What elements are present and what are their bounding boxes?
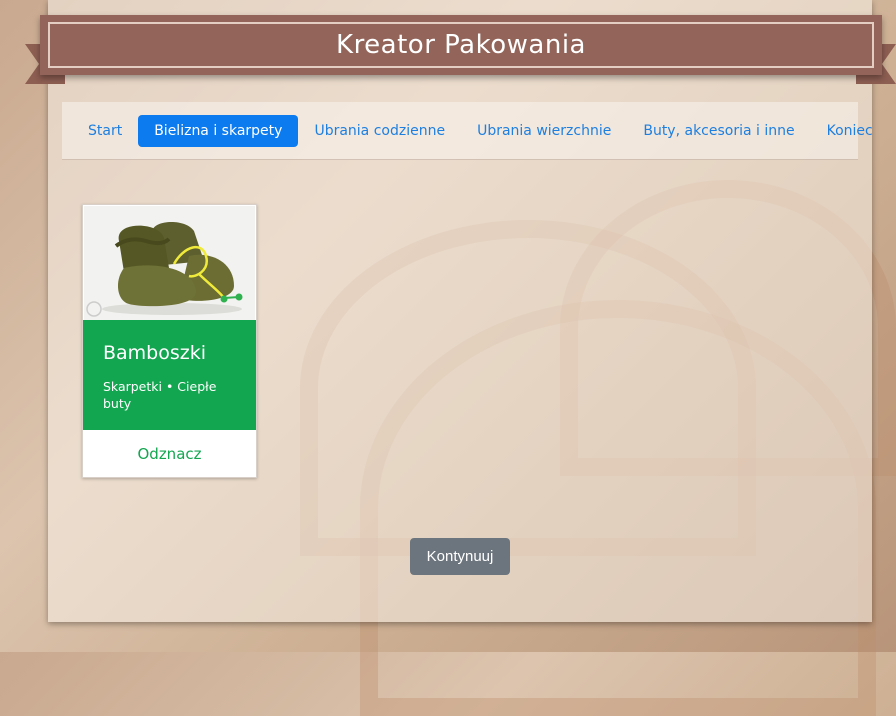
- wizard-steps-nav: Start Bielizna i skarpety Ubrania codzie…: [62, 102, 873, 160]
- deselect-button[interactable]: Odznacz: [83, 430, 256, 477]
- nav-step-end[interactable]: Koniec: [811, 115, 889, 147]
- card-body: Bamboszki Skarpetki • Ciepłe buty: [83, 320, 256, 430]
- card-title: Bamboszki: [103, 342, 207, 364]
- nav-step-underwear-socks[interactable]: Bielizna i skarpety: [138, 114, 299, 147]
- item-card: Bamboszki Skarpetki • Ciepłe buty Odznac…: [82, 204, 257, 478]
- nav-step-everyday-clothes[interactable]: Ubrania codzienne: [298, 115, 461, 147]
- slippers-icon: [84, 206, 255, 320]
- nav-step-start[interactable]: Start: [72, 115, 138, 147]
- header-ribbon-frame: Kreator Pakowania: [48, 22, 874, 68]
- card-tags: Skarpetki • Ciepłe buty: [103, 379, 217, 411]
- slippers-image: [84, 206, 255, 320]
- page-title: Kreator Pakowania: [336, 30, 586, 60]
- continue-button[interactable]: Kontynuuj: [410, 538, 510, 575]
- nav-step-outerwear[interactable]: Ubrania wierzchnie: [461, 115, 627, 147]
- header-ribbon: Kreator Pakowania: [40, 15, 882, 75]
- nav-step-shoes-accessories[interactable]: Buty, akcesoria i inne: [627, 115, 810, 147]
